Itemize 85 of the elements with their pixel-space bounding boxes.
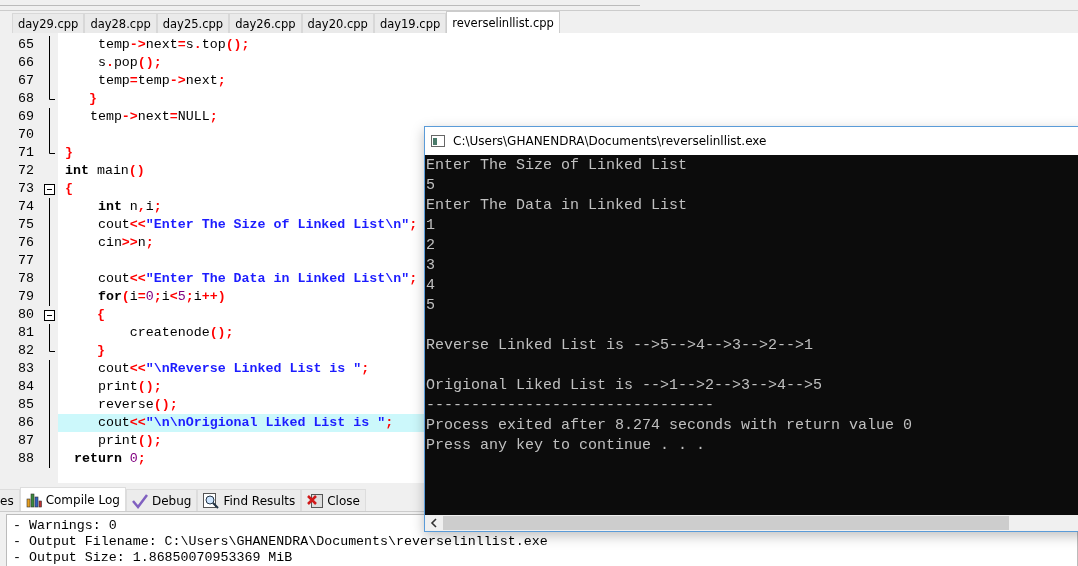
- code-line: cout<<"\n\nOrigional Liked List is ";: [96, 414, 394, 432]
- code-line: int n,i;: [96, 198, 162, 216]
- console-line: 1: [426, 217, 435, 234]
- code-line: cin>>n;: [96, 234, 154, 252]
- panel-tab[interactable]: Compile Log: [19, 487, 126, 511]
- console-line: 2: [426, 237, 435, 254]
- check-icon: [131, 492, 148, 509]
- bar-chart-icon: [25, 491, 42, 508]
- console-line: Reverse Linked List is -->5-->4-->3-->2-->1: [426, 337, 814, 354]
- line-number: 84: [17, 378, 35, 396]
- line-number: 79: [17, 288, 35, 306]
- line-number: 71: [17, 144, 35, 162]
- line-number: 83: [17, 360, 35, 378]
- collapse-icon[interactable]: [44, 183, 55, 195]
- console-line: Process exited after 8.274 seconds with return value 0: [426, 417, 913, 434]
- code-line: temp=temp->next;: [96, 72, 226, 90]
- line-number: 85: [17, 396, 35, 414]
- code-line: createnode();: [128, 324, 234, 342]
- log-line: - Output Size: 1.86850070953369 MiB: [13, 550, 293, 566]
- line-number: 81: [17, 324, 35, 342]
- console-line: 4: [426, 277, 435, 294]
- code-line: for(i=0;i<5;i++): [96, 288, 226, 306]
- line-number: 80: [17, 306, 35, 324]
- line-number: 77: [17, 252, 35, 270]
- line-number: 70: [17, 126, 35, 144]
- code-line: cout<<"Enter The Data in Linked List\n";: [96, 270, 418, 288]
- console-line: 5: [426, 177, 435, 194]
- line-number: 66: [17, 54, 35, 72]
- file-tab[interactable]: day19.cpp: [373, 13, 447, 33]
- code-line: print();: [96, 432, 162, 450]
- log-line: - Warnings: 0: [13, 518, 117, 534]
- console-line: Enter The Data in Linked List: [426, 197, 688, 214]
- panel-tab[interactable]: Find Results: [197, 489, 302, 511]
- console-line: Press any key to continue . . .: [426, 437, 706, 454]
- scrollbar-thumb[interactable]: [443, 516, 1009, 530]
- panel-tab[interactable]: Close: [301, 489, 366, 511]
- line-number: 73: [17, 180, 35, 198]
- line-number: 88: [17, 450, 35, 468]
- code-line: temp->next=s.top();: [96, 36, 250, 54]
- code-line: {: [95, 306, 105, 324]
- console-line: Enter The Size of Linked List: [426, 157, 688, 174]
- code-line: cout<<"Enter The Size of Linked List\n";: [96, 216, 418, 234]
- code-line: reverse();: [96, 396, 178, 414]
- horizontal-scrollbar[interactable]: [425, 515, 1078, 531]
- file-tab[interactable]: day25.cpp: [156, 13, 230, 33]
- window-title: C:\Users\GHANENDRA\Documents\reverselinllist.exe: [453, 134, 767, 148]
- console-line: Origional Liked List is -->1-->2-->3-->4-->5: [426, 377, 823, 394]
- line-number: 68: [17, 90, 35, 108]
- file-tab[interactable]: day29.cpp: [12, 13, 85, 33]
- code-line: temp->next=NULL;: [88, 108, 218, 126]
- line-number: 69: [17, 108, 35, 126]
- line-number: 75: [17, 216, 35, 234]
- code-line: int main(): [64, 162, 145, 180]
- file-tab[interactable]: day26.cpp: [229, 13, 302, 33]
- search-icon: [203, 492, 220, 509]
- line-number: 82: [17, 342, 35, 360]
- line-number: 78: [17, 270, 35, 288]
- line-number: 72: [17, 162, 35, 180]
- file-tab[interactable]: day28.cpp: [84, 13, 157, 33]
- line-number: 67: [17, 72, 35, 90]
- line-number: 74: [17, 198, 35, 216]
- log-line: - Output Filename: C:\Users\GHANENDRA\Documents\reverselinllist.exe: [13, 534, 548, 550]
- console-line: 5: [426, 297, 435, 314]
- scroll-left-icon[interactable]: [429, 517, 439, 529]
- collapse-icon[interactable]: [44, 309, 55, 321]
- code-line: {: [64, 180, 73, 198]
- console-line: 3: [426, 257, 435, 274]
- close-icon: [307, 492, 324, 509]
- code-line: cout<<"\nReverse Linked List is ";: [96, 360, 370, 378]
- line-number: 87: [17, 432, 35, 450]
- panel-tab[interactable]: Debug: [125, 489, 198, 511]
- panel-tab[interactable]: es: [0, 489, 20, 511]
- code-line: print();: [96, 378, 162, 396]
- console-line: --------------------------------: [426, 397, 715, 414]
- code-line: }: [95, 342, 105, 360]
- line-number: 65: [17, 36, 35, 54]
- file-tab[interactable]: reverselinllist.cpp: [446, 11, 560, 33]
- window-icon: [431, 135, 445, 147]
- line-number: 86: [17, 414, 35, 432]
- code-line: s.pop();: [96, 54, 162, 72]
- code-line: }: [87, 90, 97, 108]
- code-line: return 0;: [72, 450, 146, 468]
- code-line: }: [64, 144, 73, 162]
- line-number: 76: [17, 234, 35, 252]
- file-tab[interactable]: day20.cpp: [301, 13, 374, 33]
